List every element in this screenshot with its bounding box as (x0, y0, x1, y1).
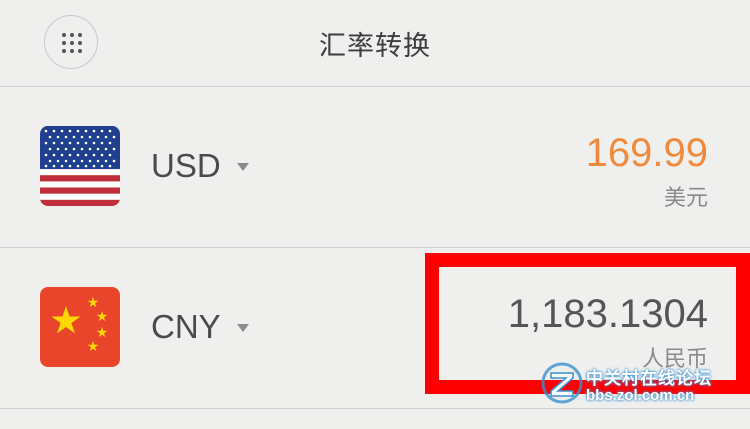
page-title: 汇率转换 (319, 31, 431, 61)
us-flag-icon (40, 126, 120, 206)
currency-amount[interactable]: 169.99 (586, 131, 708, 176)
app-header: 汇率转换 (0, 0, 750, 87)
dropdown-caret-icon[interactable] (237, 163, 249, 171)
watermark-text: 中关村在线论坛 (586, 369, 712, 388)
watermark-url: bbs.zol.com.cn (586, 387, 695, 404)
zol-logo-icon (540, 360, 584, 406)
currency-code[interactable]: CNY (151, 308, 221, 346)
watermark: 中关村在线论坛 bbs.zol.com.cn (540, 360, 745, 410)
currency-name: 美元 (663, 185, 708, 210)
cn-flag-icon (40, 287, 120, 367)
currency-row-usd[interactable]: USD 169.99 美元 (0, 87, 750, 248)
currency-code[interactable]: USD (151, 147, 221, 185)
dropdown-caret-icon[interactable] (237, 324, 249, 332)
